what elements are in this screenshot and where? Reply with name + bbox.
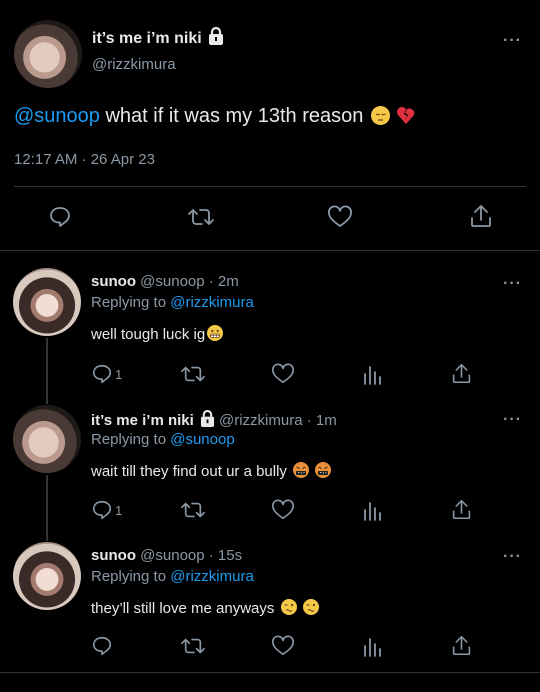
tweet-text: @sunoop what if it was my 13th reason (14, 105, 416, 131)
reply-button[interactable]: 1 (91, 499, 122, 521)
reply-header: sunoo @sunoop · 15s (91, 547, 242, 564)
broken-heart-emoji-icon (396, 106, 416, 131)
reply-body: wait till they find out ur a bully (91, 463, 287, 480)
share-button[interactable] (451, 362, 472, 385)
replying-label: Replying to (91, 568, 171, 585)
reply-icon (92, 500, 112, 520)
retweet-button[interactable] (187, 205, 215, 229)
reply-header: it’s me i’m niki @rizzkimura · 1m (91, 409, 337, 431)
more-options-icon[interactable]: ··· (503, 275, 522, 293)
reply-body: they’ll still love me anyways (91, 600, 275, 617)
like-icon (272, 363, 294, 384)
like-icon (328, 205, 352, 227)
retweet-button[interactable] (180, 499, 206, 521)
reply-body: well tough luck ig (91, 326, 206, 343)
reply-text: well tough luck ig (91, 325, 224, 343)
avatar[interactable] (14, 20, 82, 88)
grimacing-face-emoji-icon (207, 325, 224, 341)
analytics-button[interactable] (362, 499, 382, 521)
replying-label: Replying to (91, 294, 171, 311)
handle-time: @sunoop · 15s (136, 547, 243, 564)
more-options-icon[interactable]: ··· (503, 548, 522, 566)
reply-header: sunoo @sunoop · 2m (91, 273, 239, 290)
analytics-button[interactable] (362, 635, 382, 657)
divider (0, 250, 540, 251)
like-button[interactable] (271, 363, 295, 385)
replying-label: Replying to (91, 431, 171, 448)
reply-count: 1 (115, 366, 123, 382)
lock-icon (200, 409, 215, 431)
pensive-face-emoji-icon (370, 106, 390, 125)
retweet-icon (181, 638, 205, 654)
avatar[interactable] (13, 268, 81, 336)
woozy-face-emoji-icon (302, 599, 319, 615)
share-button[interactable] (451, 634, 472, 657)
lock-icon (208, 26, 224, 50)
face-with-symbols-emoji-icon (293, 462, 310, 478)
handle[interactable]: @rizzkimura (92, 56, 176, 73)
reply-count: 1 (115, 502, 123, 518)
replying-to: Replying to @sunoop (91, 431, 235, 448)
display-name[interactable]: it’s me i’m niki (92, 26, 224, 50)
reply-icon (92, 636, 112, 656)
share-icon (452, 363, 471, 384)
like-button[interactable] (271, 635, 295, 657)
retweet-button[interactable] (180, 635, 206, 657)
reply-icon (92, 364, 112, 384)
analytics-button[interactable] (362, 363, 382, 385)
reply-button[interactable] (91, 635, 115, 657)
analytics-icon (364, 638, 381, 657)
divider (0, 672, 540, 673)
mention-link[interactable]: @rizzkimura (170, 294, 254, 311)
more-options-icon[interactable]: ··· (503, 32, 522, 50)
main-tweet: it’s me i’m niki @rizzkimura ··· @sunoop… (0, 0, 540, 250)
display-name[interactable]: sunoo (91, 547, 136, 564)
handle-time: @rizzkimura · 1m (214, 412, 337, 429)
retweet-button[interactable] (180, 363, 206, 385)
retweet-icon (181, 502, 205, 518)
like-button[interactable] (271, 499, 295, 521)
more-options-icon[interactable]: ··· (503, 411, 522, 429)
display-name-text[interactable]: it’s me i’m niki (92, 30, 202, 47)
reply-button[interactable]: 1 (91, 363, 122, 385)
like-button[interactable] (327, 205, 353, 229)
thread-line (46, 475, 48, 541)
woozy-face-emoji-icon (280, 599, 297, 615)
share-button[interactable] (451, 498, 472, 521)
replying-to: Replying to @rizzkimura (91, 568, 254, 585)
analytics-icon (364, 502, 381, 521)
retweet-icon (181, 366, 205, 382)
reply-text: wait till they find out ur a bully (91, 462, 332, 480)
reply-icon (50, 207, 70, 227)
share-icon (452, 499, 471, 520)
thread-line (46, 338, 48, 404)
reply-text: they’ll still love me anyways (91, 599, 319, 617)
display-name[interactable]: sunoo (91, 273, 136, 290)
share-button[interactable] (469, 203, 493, 229)
share-icon (452, 635, 471, 656)
face-with-symbols-emoji-icon (315, 462, 332, 478)
like-icon (272, 499, 294, 520)
handle-time: @sunoop · 2m (136, 273, 239, 290)
tweet-body: what if it was my 13th reason (99, 105, 364, 127)
share-icon (471, 205, 491, 227)
retweet-icon (188, 209, 214, 225)
divider (14, 186, 526, 187)
avatar[interactable] (13, 405, 81, 473)
analytics-icon (364, 366, 381, 385)
replying-to: Replying to @rizzkimura (91, 294, 254, 311)
display-name[interactable]: it’s me i’m niki (91, 412, 194, 429)
reply-button[interactable] (48, 205, 72, 229)
mention-link[interactable]: @sunoop (14, 105, 100, 127)
avatar[interactable] (13, 542, 81, 610)
mention-link[interactable]: @sunoop (170, 431, 234, 448)
like-icon (272, 635, 294, 656)
mention-link[interactable]: @rizzkimura (170, 568, 254, 585)
tweet-timestamp: 12:17 AM · 26 Apr 23 (14, 151, 155, 168)
